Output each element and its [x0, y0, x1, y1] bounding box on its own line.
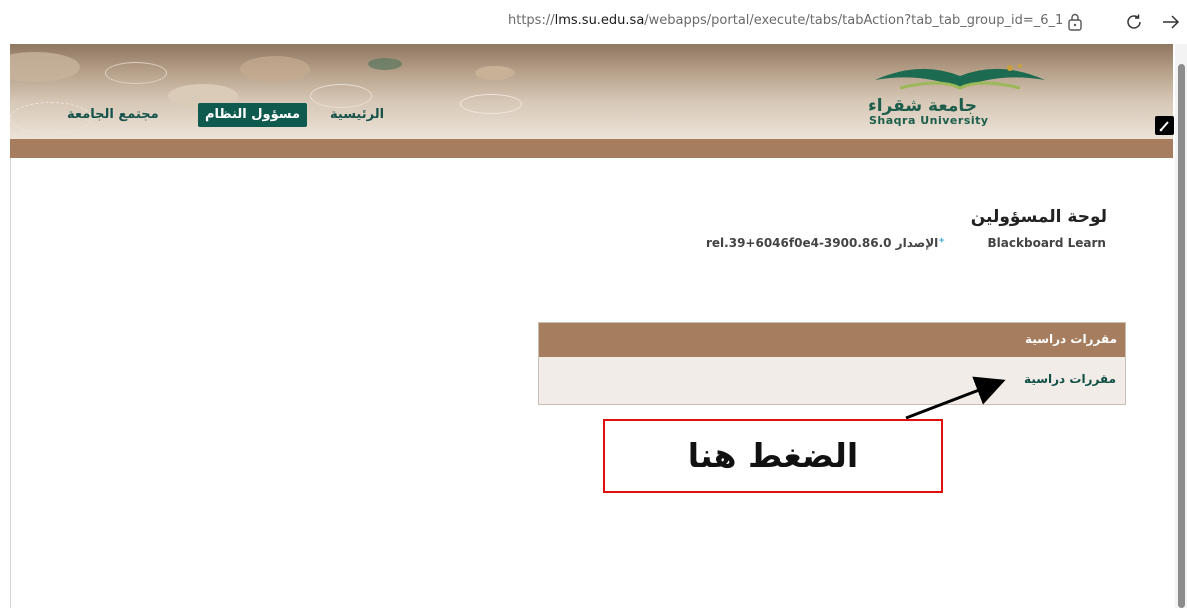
lock-icon[interactable] [1067, 13, 1083, 31]
browser-address-bar: https://lms.su.edu.sa/webapps/portal/exe… [0, 0, 1187, 44]
page-title: لوحة المسؤولين [970, 207, 1107, 227]
tab-university-community[interactable]: مجتمع الجامعة [67, 103, 159, 127]
logo-arabic-text: جامعة شقراء [868, 96, 978, 116]
banner-decoration [10, 52, 80, 82]
banner-decoration [105, 62, 167, 84]
banner-decoration [368, 58, 402, 70]
banner-decoration [460, 94, 522, 114]
version-label: الإصدار [895, 236, 939, 250]
product-name: Blackboard Learn [987, 236, 1106, 250]
url-prefix: https:// [508, 13, 555, 28]
header-bottom-bar [10, 139, 1173, 158]
url-host: lms.su.edu.sa [554, 13, 645, 28]
pencil-icon [1159, 121, 1169, 132]
address-url[interactable]: https://lms.su.edu.sa/webapps/portal/exe… [508, 13, 1063, 28]
courses-link[interactable]: مقررات دراسية [1024, 372, 1116, 386]
courses-module: مقررات دراسية مقررات دراسية [538, 322, 1126, 405]
callout-text: الضغط هنا [687, 436, 859, 475]
tab-home[interactable]: الرئيسية [330, 103, 384, 127]
callout-box: الضغط هنا [603, 419, 943, 493]
version-value: rel.39+6046f0e4-3900.86.0 [706, 236, 892, 250]
edit-mode-toggle[interactable] [1155, 116, 1174, 135]
url-path: /webapps/portal/execute/tabs/tabAction?t… [644, 13, 1064, 28]
reload-icon[interactable] [1124, 12, 1144, 32]
module-title: مقررات دراسية [1025, 332, 1117, 346]
module-header: مقررات دراسية [539, 323, 1125, 357]
plus-icon: ⁺ [938, 236, 946, 251]
banner-decoration [475, 66, 515, 80]
version-info: rel.39+6046f0e4-3900.86.0 الإصدار⁺ Black… [706, 236, 1106, 251]
banner-decoration [240, 56, 310, 82]
scrollbar-thumb[interactable] [1178, 64, 1185, 608]
forward-icon[interactable] [1160, 12, 1182, 32]
logo-english-text: Shaqra University [869, 114, 989, 127]
tab-system-admin[interactable]: مسؤول النظام [198, 103, 308, 127]
